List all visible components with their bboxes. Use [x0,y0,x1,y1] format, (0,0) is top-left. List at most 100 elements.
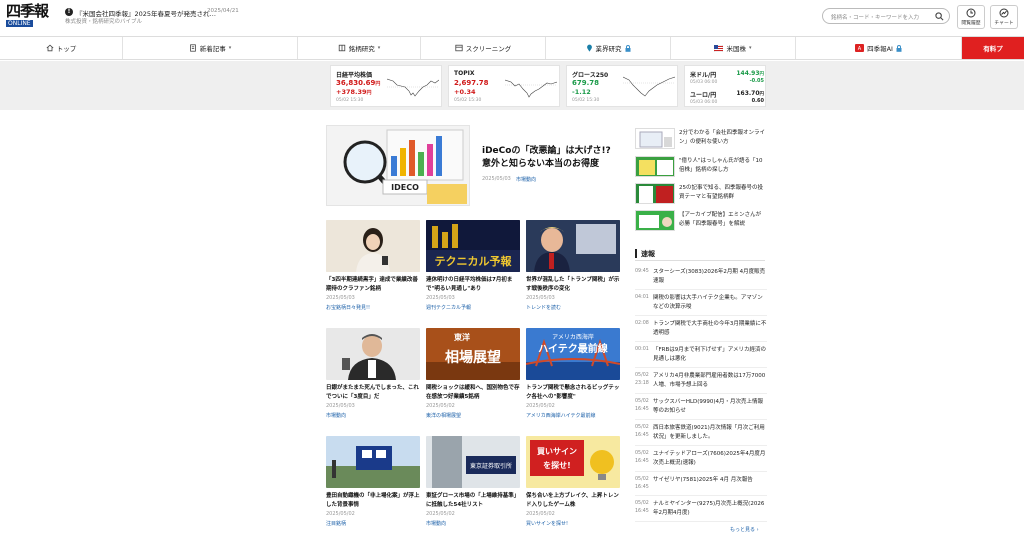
feature-tag[interactable]: 市場動向 [516,176,536,183]
flash-text: トランプ関税で大手商社の今年3月期業績に不透明感 [653,321,767,336]
home-icon [46,44,54,52]
nav-top[interactable]: トップ [0,37,123,59]
flash-item[interactable]: 05/02 16:45 サックスバーHLD(9990)4月・月次売上情報等のお知ら… [635,398,767,420]
article-thumbnail: テクニカル予報 [426,220,520,272]
article-tag[interactable]: 市場動向 [326,412,346,419]
article-card[interactable]: 東洋 相場展望 関税ショックは緩和へ、国別物色で存在感放つ好業績5銘柄 2025/… [426,328,520,428]
nav-stock-research[interactable]: 銘柄研究 ▾ [298,37,421,59]
book-icon [338,44,345,52]
article-tag[interactable]: 市場動向 [426,520,446,527]
nav-us-stocks-label: 米国株 [726,45,746,53]
market-time: 05/02 15:30 [572,98,600,103]
nav-premium[interactable]: 有料プ [962,37,1024,59]
chart-button[interactable]: チャート [990,5,1018,29]
market-card-nikkei[interactable]: 日経平均株価 36,830.69円 +378.39円 05/02 15:30 [330,65,442,107]
market-card-growth250[interactable]: グロース250 679.78 -1.12 05/02 15:30 [566,65,678,107]
feature-date: 2025/05/03 [482,176,511,182]
ai-icon: A [855,44,865,52]
flash-news-title: 速報 [641,250,655,258]
nav-us-stocks[interactable]: 米国株 ▾ [671,37,796,59]
article-title: 東証グロース市場の「上場維持基準」に抵触した54社リスト [426,493,520,508]
promo-item[interactable]: "億り人"はっしゃん氏が語る「10倍株」銘柄の探し方 [635,156,765,180]
article-date: 2025/05/02 [526,403,555,409]
flash-item[interactable]: 05/02 16:45 サイゼリヤ(7581)2025年 4月 月次報告 [635,476,767,496]
global-nav: トップ 新着記事 ▾ 銘柄研究 ▾ スクリーニング 業界研究 米国株 ▾ A 四季報A… [0,36,1024,60]
fx-usdjpy: 米ドル/円 144.93円 -0.05 05/03 06:00 [690,68,764,88]
fx-name: ユーロ/円 [690,92,717,99]
flash-time: 02:08 [635,321,649,326]
market-ticker-bar: 日経平均株価 36,830.69円 +378.39円 05/02 15:30 T… [0,61,1024,110]
svg-text:IDECO: IDECO [391,183,419,192]
feature-title[interactable]: iDeCoの「改悪論」は大げさ!? 意外と知らない本当のお得度 [482,145,622,171]
flash-item[interactable]: 05/02 16:45 ユナイテッドアローズ(7606)2025年4月度月次売上概… [635,450,767,472]
more-link[interactable]: もっと見る › [730,526,759,533]
market-change: +378.39円 [336,88,372,96]
article-card[interactable]: 買いサイン を探せ! 保ち合いを上方ブレイク、上昇トレンド入りしたゲーム株 202… [526,436,620,536]
fx-change: 0.60 [751,98,764,104]
market-time: 05/02 15:30 [336,98,364,103]
article-tag[interactable]: アメリカ西海岸ハイテク最前線 [526,412,596,419]
nav-screening-label: スクリーニング [465,45,512,53]
article-tag[interactable]: 注目銘柄 [326,520,346,527]
article-card[interactable]: アメリカ西海岸 ハイテク最前線 トランプ関税で懸念されるビッグテック各社への"影響… [526,328,620,428]
site-logo[interactable]: 四季報 ONLINE [6,4,58,30]
nav-shikiho-ai[interactable]: A 四季報AI [796,37,962,59]
article-card[interactable]: 日銀がまたまた死んでしまった、これでついに「3度目」だ 2025/05/03 市… [326,328,420,428]
article-card[interactable]: 東京証券取引所 東証グロース市場の「上場維持基準」に抵触した54社リスト 202… [426,436,520,536]
svg-text:テクニカル予報: テクニカル予報 [435,254,513,268]
flash-item[interactable]: 09:45 スターシーズ(3083)2026年2月期 4月度販売速報 [635,268,767,290]
article-title: 日銀がまたまた死んでしまった、これでついに「3度目」だ [326,385,419,400]
article-card[interactable]: 「3四半期連続黒字」達成で業績改善期待のクラファン銘柄 2025/05/03 お… [326,220,420,320]
nav-shikiho-ai-label: 四季報AI [867,45,893,53]
flash-item[interactable]: 05/02 16:45 西日本旅客鉄道(9021)月次情報「月次ご利用状況」を更新… [635,424,767,446]
article-tag[interactable]: 週刊テクニカル予報 [426,304,471,311]
article-date: 2025/05/02 [326,511,355,517]
flash-text: ナルミヤインター(9275)月次売上概況(2026年2月期4月度) [653,501,765,516]
nav-industry-research-label: 業界研究 [595,45,622,53]
history-button[interactable]: 閲覧履歴 [957,5,985,29]
article-thumbnail [326,220,420,272]
logo-sub: ONLINE [6,20,33,27]
article-card[interactable]: 豊田自動織機の「非上場化案」が浮上した背景事情 2025/05/02 注目銘柄 [326,436,420,536]
feature-image[interactable]: IDECO [326,125,470,206]
search-icon[interactable] [935,12,944,21]
article-date: 2025/05/02 [426,403,455,409]
market-change: +0.34 [454,88,476,96]
nav-screening[interactable]: スクリーニング [421,37,546,59]
article-date: 2025/05/03 [526,295,555,301]
article-tag[interactable]: トレンドを読む [526,304,561,311]
nav-industry-research[interactable]: 業界研究 [546,37,671,59]
nav-new-articles[interactable]: 新着記事 ▾ [123,37,298,59]
article-date: 2025/05/03 [326,403,355,409]
flash-item[interactable]: 05/02 16:45 ナルミヤインター(9275)月次売上概況(2026年2月期… [635,500,767,522]
article-title: 連休明けの日経平均株価は7月初まで"明るい見通し"あり [426,277,513,292]
ideco-illustration: IDECO [327,126,469,205]
history-label: 閲覧履歴 [961,21,981,26]
flash-item[interactable]: 04:01 関税の影響は大手ハイテク企業も。アマゾンなどの決算示唆 [635,294,767,316]
promo-item[interactable]: 25の記事で知る、四季報春号の投資テーマと有望銘柄群 [635,183,765,207]
flash-item[interactable]: 05/02 23:18 アメリカ4月非農業部門雇用者数は17万7000人増、市場予… [635,372,767,394]
flash-text: スターシーズ(3083)2026年2月期 4月度販売速報 [653,269,766,284]
article-tag[interactable]: 東洋の相場展望 [426,412,461,419]
svg-text:相場展望: 相場展望 [445,349,501,366]
screening-icon [455,44,463,52]
search-input[interactable]: 銘柄名・コード・キーワードを入力 [822,8,950,24]
chart-icon [999,8,1009,18]
article-card[interactable]: 世界が混乱した「トランプ関税」が示す戦後秩序の変化 2025/05/03 トレン… [526,220,620,320]
promo-item[interactable]: 【アーカイブ配信】エミンさんが必勝「四季報春号」を解説 [635,210,765,234]
promo-item[interactable]: 2分でわかる「会社四季報オンライン」の便利な使い方 [635,128,765,152]
flash-item[interactable]: 00:01 「FRBは9月まで利下げせず」アメリカ経済の見通しは悪化 [635,346,767,368]
flash-item[interactable]: 02:08 トランプ関税で大手商社の今年3月期業績に不透明感 [635,320,767,342]
fx-card[interactable]: 米ドル/円 144.93円 -0.05 05/03 06:00 ユーロ/円 16… [684,65,766,107]
section-marker [635,249,637,258]
market-card-topix[interactable]: TOPIX 2,697.78 +0.34 05/02 15:30 [448,65,560,107]
market-change: -1.12 [572,88,591,96]
article-thumbnail: 東洋 相場展望 [426,328,520,380]
article-date: 2025/05/03 [426,295,455,301]
article-tag[interactable]: お宝銘柄日々発見!! [326,304,370,311]
logo-main: 四季報 [6,2,49,20]
market-name: 日経平均株価 [336,72,373,79]
article-title: 豊田自動織機の「非上場化案」が浮上した背景事情 [326,493,420,508]
article-tag[interactable]: 買いサインを探せ! [526,520,568,527]
article-card[interactable]: テクニカル予報 連休明けの日経平均株価は7月初まで"明るい見通し"あり 2025… [426,220,520,320]
